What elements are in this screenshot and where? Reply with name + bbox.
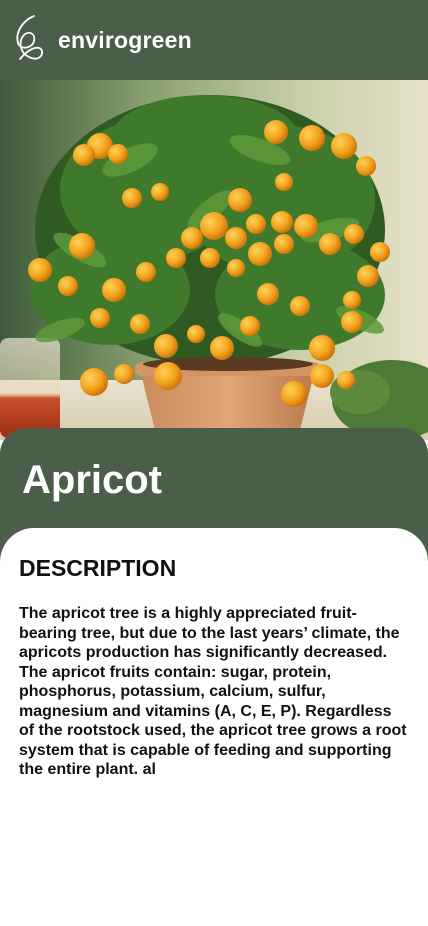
description-text: The apricot tree is a highly appreciated… bbox=[19, 605, 407, 778]
top-bar: envirogreen bbox=[0, 0, 428, 80]
description-card: DESCRIPTION The apricot tree is a highly… bbox=[0, 528, 428, 926]
app-screen: envirogreen Apricot DESCRIPTION The apri… bbox=[0, 0, 428, 926]
description-heading: DESCRIPTION bbox=[19, 555, 177, 581]
leaf-logo-icon[interactable] bbox=[12, 13, 46, 67]
citrus-tree-image bbox=[0, 80, 428, 440]
plant-title: Apricot bbox=[22, 458, 162, 502]
hero-image bbox=[0, 80, 428, 440]
brand-name[interactable]: envirogreen bbox=[58, 27, 192, 54]
